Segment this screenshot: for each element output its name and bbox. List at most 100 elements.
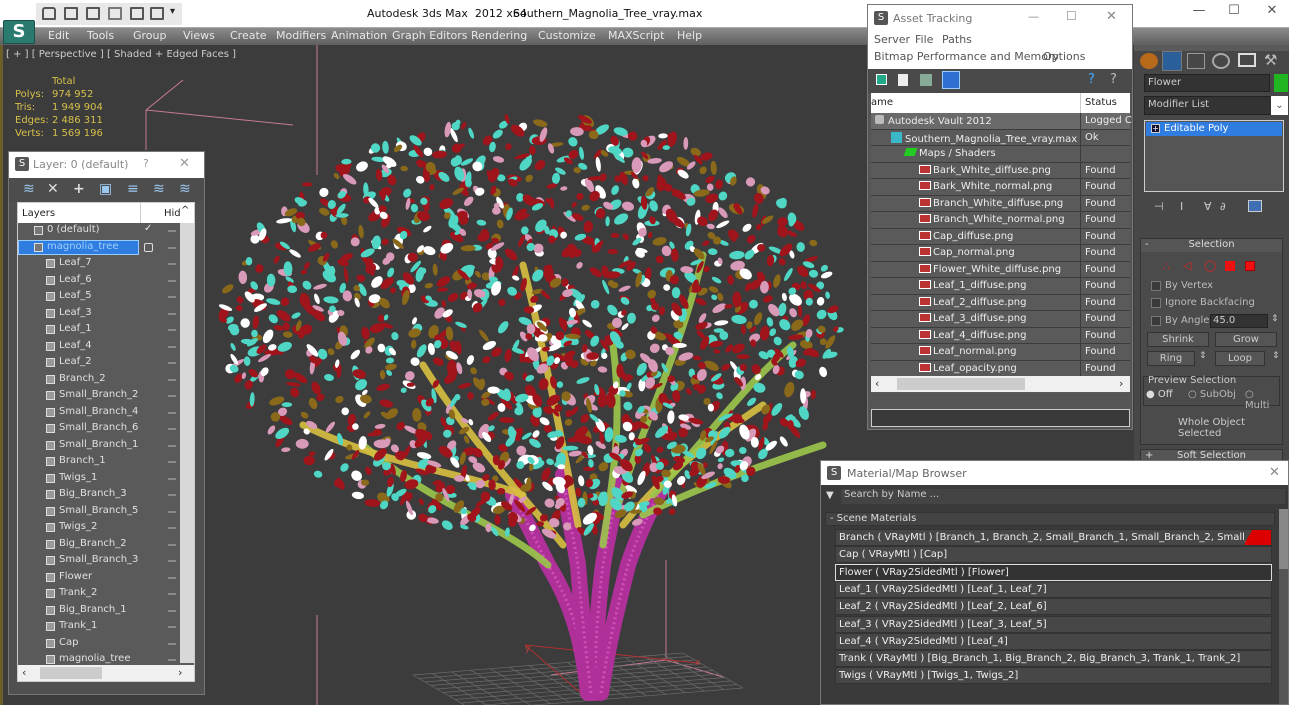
layer-object-row[interactable]: Leaf_7 xyxy=(18,256,178,273)
material-row[interactable]: Cap ( VRayMtl ) [Cap] xyxy=(835,546,1272,564)
menu-views[interactable]: Views xyxy=(183,29,215,42)
column-name[interactable]: ame xyxy=(871,97,893,108)
layer-row[interactable]: magnolia_tree xyxy=(18,239,178,257)
preview-multi-radio[interactable]: ○ Multi xyxy=(1245,389,1279,411)
browser-options-icon[interactable]: ▼ xyxy=(826,490,834,501)
hide-toggle[interactable] xyxy=(168,263,176,265)
hide-toggle[interactable] xyxy=(168,312,176,315)
table-view-icon[interactable] xyxy=(942,71,960,89)
layer-list-hscrollbar[interactable]: ‹ › xyxy=(18,665,194,681)
asset-hscrollbar[interactable]: ‹ › xyxy=(871,376,1130,392)
utilities-tab-icon[interactable]: ⚒ xyxy=(1264,51,1277,69)
stack-item-editable-poly[interactable]: + Editable Poly xyxy=(1146,122,1282,136)
menu-paths[interactable]: Paths xyxy=(942,33,972,46)
motion-tab-icon[interactable] xyxy=(1212,53,1230,69)
create-tab-icon[interactable] xyxy=(1140,53,1158,69)
scroll-right-icon[interactable]: › xyxy=(1119,377,1123,390)
layer-dialog-close-button[interactable]: ✕ xyxy=(179,156,190,171)
refresh-icon[interactable] xyxy=(876,74,887,85)
layer-row[interactable]: ✓ 0 (default) xyxy=(18,223,178,240)
menu-modifiers[interactable]: Modifiers xyxy=(276,29,326,42)
scroll-left-icon[interactable]: ‹ xyxy=(22,666,26,679)
by-angle-checkbox[interactable] xyxy=(1151,316,1161,326)
hscroll-thumb[interactable] xyxy=(897,378,1025,390)
hide-toggle[interactable] xyxy=(168,510,176,513)
asset-row[interactable]: Bark_White_normal.png Found xyxy=(871,179,1130,196)
hscroll-thumb[interactable] xyxy=(40,667,102,679)
list-view-icon[interactable] xyxy=(898,74,908,86)
menu-help[interactable]: Help xyxy=(677,29,702,42)
hide-toggle[interactable] xyxy=(168,576,176,579)
edge-mode-icon[interactable]: ◁ xyxy=(1183,259,1191,272)
layer-object-row[interactable]: Small_Branch_4 xyxy=(18,405,178,422)
hide-toggle[interactable] xyxy=(168,230,176,232)
hide-toggle[interactable] xyxy=(168,593,176,595)
expand-plus-icon[interactable]: + xyxy=(1151,124,1160,133)
polygon-mode-icon[interactable] xyxy=(1225,261,1235,271)
vertex-mode-icon[interactable]: ∴ xyxy=(1163,260,1170,273)
border-mode-icon[interactable]: ◯ xyxy=(1204,259,1216,272)
asset-row[interactable]: Cap_normal.png Found xyxy=(871,245,1130,262)
loop-spinner[interactable]: ⇕ xyxy=(1272,351,1280,361)
help-icon[interactable]: ? xyxy=(1088,72,1095,87)
layer-object-row[interactable]: Small_Branch_6 xyxy=(18,421,178,438)
angle-value-field[interactable]: 45.0 xyxy=(1210,314,1268,328)
vscroll-thumb[interactable] xyxy=(1279,509,1288,569)
layer-object-row[interactable]: Small_Branch_3 xyxy=(18,553,178,570)
menu-graph-editors[interactable]: Graph Editors xyxy=(392,29,468,42)
hierarchy-tab-icon[interactable] xyxy=(1187,53,1205,69)
hide-toggle[interactable] xyxy=(168,378,176,381)
preview-off-radio[interactable]: ● Off xyxy=(1146,389,1173,400)
layer-object-row[interactable]: Big_Branch_1 xyxy=(18,603,178,620)
material-browser-titlebar[interactable]: S Material/Map Browser ✕ xyxy=(821,461,1288,485)
object-color-swatch[interactable] xyxy=(1274,74,1288,92)
scroll-up-icon[interactable]: ^ xyxy=(181,205,189,216)
asset-row[interactable]: Maps / Shaders xyxy=(871,146,1130,163)
thumbnail-view-icon[interactable] xyxy=(920,74,932,86)
asset-tracking-titlebar[interactable]: S Asset Tracking — ☐ ✕ Server File Paths… xyxy=(868,5,1132,69)
layer-object-row[interactable]: Twigs_1 xyxy=(18,471,178,488)
material-row[interactable]: Leaf_3 ( VRay2SidedMtl ) [Leaf_3, Leaf_5… xyxy=(835,615,1272,633)
layer-object-row[interactable]: Leaf_1 xyxy=(18,322,178,339)
select-objects-icon[interactable]: ▣ xyxy=(99,181,112,197)
app-menu-button[interactable]: S xyxy=(3,20,35,44)
layer-object-row[interactable]: Leaf_5 xyxy=(18,289,178,306)
asset-row[interactable]: Flower_White_diffuse.png Found xyxy=(871,261,1130,278)
hide-toggle[interactable] xyxy=(168,494,176,496)
layer-object-row[interactable]: Branch_2 xyxy=(18,372,178,389)
layer-list-vscrollbar[interactable] xyxy=(180,223,194,663)
hide-toggle[interactable] xyxy=(168,444,176,447)
hide-toggle[interactable] xyxy=(168,609,176,612)
asset-row[interactable]: Leaf_opacity.png Found xyxy=(871,360,1130,377)
pin-stack-icon[interactable]: ⊣ xyxy=(1154,200,1164,213)
hide-toggle[interactable] xyxy=(168,296,176,298)
search-by-name-input[interactable]: Search by Name ... xyxy=(841,489,1285,504)
hide-toggle[interactable] xyxy=(168,543,176,546)
ring-spinner[interactable]: ⇕ xyxy=(1199,351,1207,361)
menu-file[interactable]: File xyxy=(915,33,933,46)
add-to-layer-icon[interactable]: + xyxy=(73,181,85,197)
ignore-backfacing-checkbox[interactable] xyxy=(1151,298,1161,308)
hide-toggle[interactable] xyxy=(168,461,176,463)
material-row[interactable]: Trank ( VRayMtl ) [Big_Branch_1, Big_Bra… xyxy=(835,650,1272,668)
hide-toggle[interactable] xyxy=(168,626,176,628)
hide-toggle[interactable] xyxy=(168,527,176,529)
layer-object-row[interactable]: Small_Branch_5 xyxy=(18,504,178,521)
asset-row[interactable]: Leaf_normal.png Found xyxy=(871,344,1130,361)
asset-row[interactable]: Autodesk Vault 2012 Logged C xyxy=(871,113,1132,130)
chevron-down-icon[interactable]: ⌄ xyxy=(1271,96,1288,115)
make-unique-icon[interactable]: ∀ xyxy=(1204,200,1212,213)
hide-toggle[interactable] xyxy=(168,279,176,282)
material-row[interactable]: Leaf_4 ( VRay2SidedMtl ) [Leaf_4] xyxy=(835,632,1272,650)
layer-object-row[interactable]: Small_Branch_1 xyxy=(18,438,178,455)
layer-object-row[interactable]: Small_Branch_2 xyxy=(18,388,178,405)
current-layer-checkbox[interactable] xyxy=(144,242,153,252)
material-row[interactable]: Leaf_2 ( VRay2SidedMtl ) [Leaf_2, Leaf_6… xyxy=(835,598,1272,616)
create-layer-icon[interactable]: ≋ xyxy=(23,181,35,197)
layer-object-row[interactable]: Big_Branch_2 xyxy=(18,537,178,554)
menu-animation[interactable]: Animation xyxy=(331,29,387,42)
asset-row[interactable]: Cap_diffuse.png Found xyxy=(871,228,1130,245)
hide-toggle[interactable] xyxy=(168,428,176,430)
material-vscrollbar[interactable] xyxy=(1279,509,1288,704)
menu-options[interactable]: Options xyxy=(1043,50,1085,63)
